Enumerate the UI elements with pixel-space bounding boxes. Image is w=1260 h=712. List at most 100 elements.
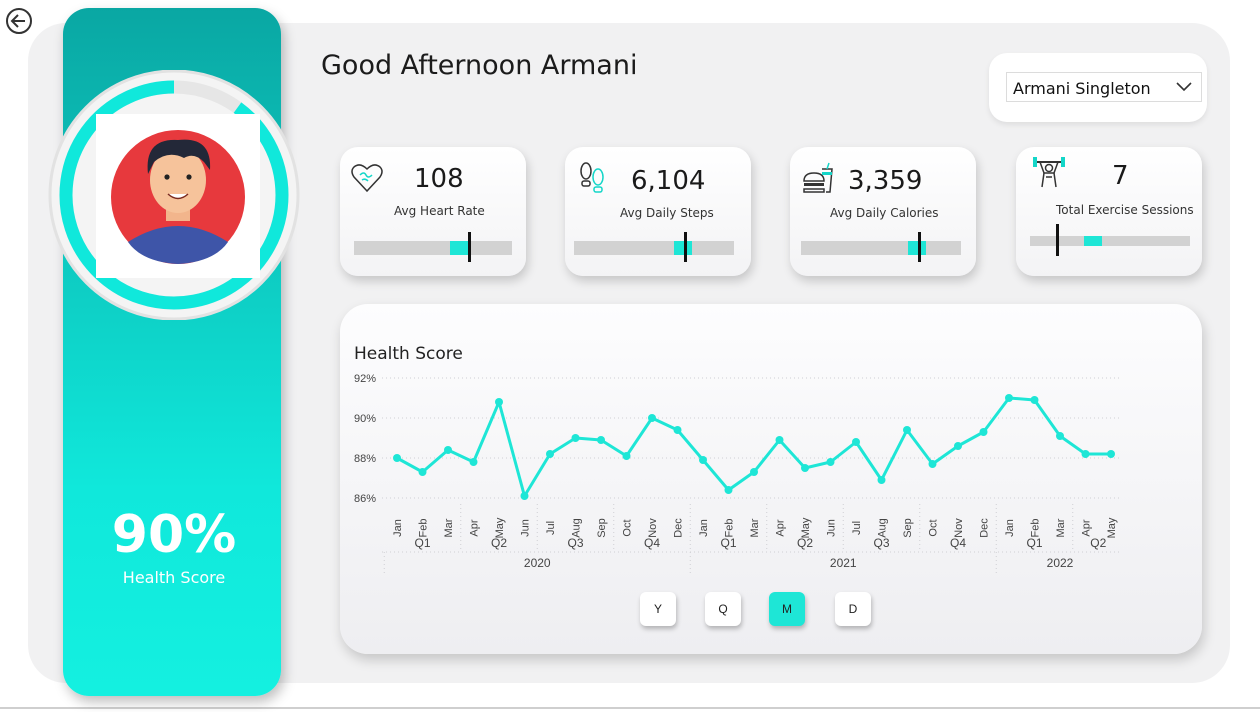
kpi-card-daily-calories: 3,359 Avg Daily Calories <box>790 147 976 276</box>
avatar <box>111 130 245 264</box>
x-tick-label: Jun <box>520 519 532 537</box>
data-point <box>520 492 529 500</box>
x-tick-label: Jan <box>698 519 710 537</box>
granularity-button-q[interactable]: Q <box>705 592 741 626</box>
data-point <box>699 456 707 464</box>
x-tick-label: Apr <box>775 519 787 536</box>
kpi-progress-fill <box>907 241 926 255</box>
data-point <box>928 460 937 468</box>
x-tick-label: Sep <box>596 518 608 538</box>
x-tick-label: Aug <box>571 518 583 538</box>
data-point <box>750 468 758 476</box>
kpi-value: 6,104 <box>631 166 706 196</box>
data-point <box>1107 450 1115 458</box>
kpi-progress-bar <box>354 232 512 262</box>
x-tick-label: Aug <box>877 518 889 538</box>
data-point <box>418 468 427 476</box>
year-label: 2022 <box>1047 556 1074 570</box>
x-tick-label: Sep <box>902 518 914 538</box>
x-tick-label: Mar <box>443 518 455 537</box>
health-score-label: Health Score <box>122 568 226 587</box>
x-tick-label: May <box>1106 517 1118 538</box>
kpi-card-heart-rate: 108 Avg Heart Rate <box>340 147 526 276</box>
x-tick-label: Apr <box>469 519 481 536</box>
data-point <box>622 452 631 460</box>
quarter-label: Q3 <box>567 536 583 550</box>
data-point <box>979 428 988 436</box>
x-tick-label: Nov <box>953 518 965 538</box>
back-arrow-icon[interactable] <box>5 7 33 35</box>
granularity-button-m[interactable]: M <box>769 592 805 626</box>
data-point <box>648 414 656 422</box>
x-tick-label: Feb <box>418 519 430 538</box>
data-point <box>954 442 962 450</box>
data-point <box>1005 394 1013 402</box>
quarter-label: Q1 <box>720 536 736 550</box>
data-point <box>673 426 682 434</box>
data-point <box>571 434 580 442</box>
quarter-label: Q2 <box>797 536 813 550</box>
granularity-button-y[interactable]: Y <box>640 592 676 626</box>
kpi-value: 108 <box>414 164 464 194</box>
data-point <box>597 436 605 444</box>
health-score-line-chart: 86% 88% 90% 92% Jan Feb Mar Apr May Jun Jul Aug Sep O… <box>354 373 1120 574</box>
quarter-label: Q2 <box>1090 536 1106 550</box>
health-score-chart-card: Health Score 86% 88% 90% 92% Jan Feb Mar Apr May… <box>340 304 1202 654</box>
quarter-label: Q4 <box>644 536 660 550</box>
kpi-progress-fill <box>674 241 693 255</box>
data-point <box>775 436 784 444</box>
x-tick-label: Mar <box>749 518 761 537</box>
x-tick-label: Oct <box>928 519 940 536</box>
data-point <box>495 398 503 406</box>
x-tick-label: Jul <box>851 521 863 535</box>
weightlifting-icon <box>1033 157 1065 188</box>
granularity-button-d[interactable]: D <box>835 592 871 626</box>
data-point <box>724 486 733 494</box>
kpi-label: Avg Daily Steps <box>620 206 714 220</box>
health-score-value: 90% <box>111 505 237 565</box>
x-tick-label: Dec <box>979 518 991 538</box>
quarter-label: Q2 <box>491 536 507 550</box>
y-tick-label: 92% <box>354 373 376 385</box>
divider <box>0 707 1260 709</box>
x-tick-label: Jan <box>1004 519 1016 537</box>
y-tick-label: 86% <box>354 493 376 505</box>
x-tick-label: Apr <box>1081 519 1093 536</box>
food-drink-icon <box>803 162 833 193</box>
data-point <box>801 464 809 472</box>
data-point <box>1056 432 1064 440</box>
x-tick-label: Jul <box>545 521 557 535</box>
data-point <box>903 426 911 434</box>
kpi-progress-bar <box>1030 224 1190 256</box>
x-tick-label: Dec <box>673 518 685 538</box>
data-point <box>1030 396 1039 404</box>
kpi-label: Total Exercise Sessions <box>1056 203 1194 217</box>
footsteps-icon <box>580 162 604 193</box>
year-label: 2020 <box>524 556 551 570</box>
kpi-target-marker <box>684 232 688 262</box>
data-point <box>444 446 452 454</box>
kpi-value: 3,359 <box>848 166 923 196</box>
x-tick-label: Mar <box>1055 518 1067 537</box>
x-tick-label: Jan <box>392 519 404 537</box>
user-select[interactable]: Armani Singleton <box>1006 72 1202 102</box>
data-point <box>469 458 478 466</box>
data-point <box>393 454 401 462</box>
page-title: Good Afternoon Armani <box>321 50 638 81</box>
quarter-label: Q1 <box>1026 536 1042 550</box>
kpi-label: Avg Daily Calories <box>830 206 939 220</box>
x-tick-label: Oct <box>622 519 634 536</box>
user-select-value: Armani Singleton <box>1013 79 1151 98</box>
data-point <box>546 450 554 458</box>
data-point <box>877 476 886 484</box>
kpi-card-exercise-sessions: 7 Total Exercise Sessions <box>1016 147 1202 276</box>
data-point <box>826 458 835 466</box>
data-point <box>852 438 860 446</box>
kpi-label: Avg Heart Rate <box>394 204 485 218</box>
quarter-label: Q3 <box>873 536 889 550</box>
kpi-progress-fill <box>1084 236 1102 246</box>
kpi-target-marker <box>917 232 921 262</box>
chevron-down-icon[interactable] <box>1175 78 1193 96</box>
kpi-progress-bar <box>574 232 734 262</box>
kpi-progress-bar <box>801 232 961 262</box>
